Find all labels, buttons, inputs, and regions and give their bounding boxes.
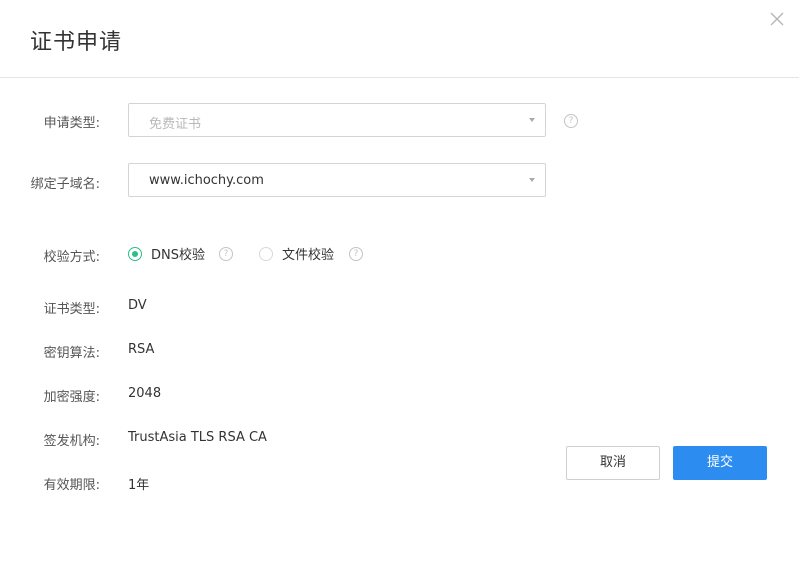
dns-verification-label[interactable]: DNS校验 xyxy=(151,244,205,263)
type-select: 免费证书 xyxy=(128,103,546,137)
caret-down-icon xyxy=(529,178,535,182)
key-strength-value: 2048 xyxy=(128,386,162,401)
caret-down-icon xyxy=(529,118,535,122)
verification-label: 校验方式: xyxy=(43,250,100,265)
submit-button[interactable]: 提交 xyxy=(673,446,767,480)
subdomain-select-value: www.ichochy.com xyxy=(149,173,264,188)
question-circle-icon[interactable]: ? xyxy=(219,247,233,261)
question-circle-icon[interactable]: ? xyxy=(349,247,363,261)
key-algorithm-value: RSA xyxy=(128,342,155,357)
dialog-title: 证书申请 xyxy=(30,30,123,55)
cancel-button[interactable]: 取消 xyxy=(566,446,660,480)
header-divider xyxy=(0,77,799,78)
question-circle-icon[interactable]: ? xyxy=(564,114,578,128)
subdomain-label: 绑定子域名: xyxy=(30,177,100,192)
subdomain-select[interactable]: www.ichochy.com xyxy=(128,163,546,197)
key-strength-label: 加密强度: xyxy=(43,390,100,405)
type-select-value: 免费证书 xyxy=(149,117,202,132)
file-verification-radio[interactable] xyxy=(259,247,273,261)
certificate-dialog: 证书申请 申请类型: 免费证书 ? 绑定子域名: www.ichochy.com… xyxy=(0,0,799,572)
dns-verification-radio[interactable] xyxy=(128,247,142,261)
type-label: 申请类型: xyxy=(43,116,100,131)
close-icon[interactable] xyxy=(766,8,788,30)
validity-value: 1年 xyxy=(128,478,150,493)
issuer-value: TrustAsia TLS RSA CA xyxy=(128,430,267,445)
cert-type-value: DV xyxy=(128,298,147,313)
issuer-label: 签发机构: xyxy=(43,434,100,449)
validity-label: 有效期限: xyxy=(43,478,100,493)
file-verification-label[interactable]: 文件校验 xyxy=(282,244,334,263)
key-algorithm-label: 密钥算法: xyxy=(43,346,100,361)
cert-type-label: 证书类型: xyxy=(43,302,100,317)
